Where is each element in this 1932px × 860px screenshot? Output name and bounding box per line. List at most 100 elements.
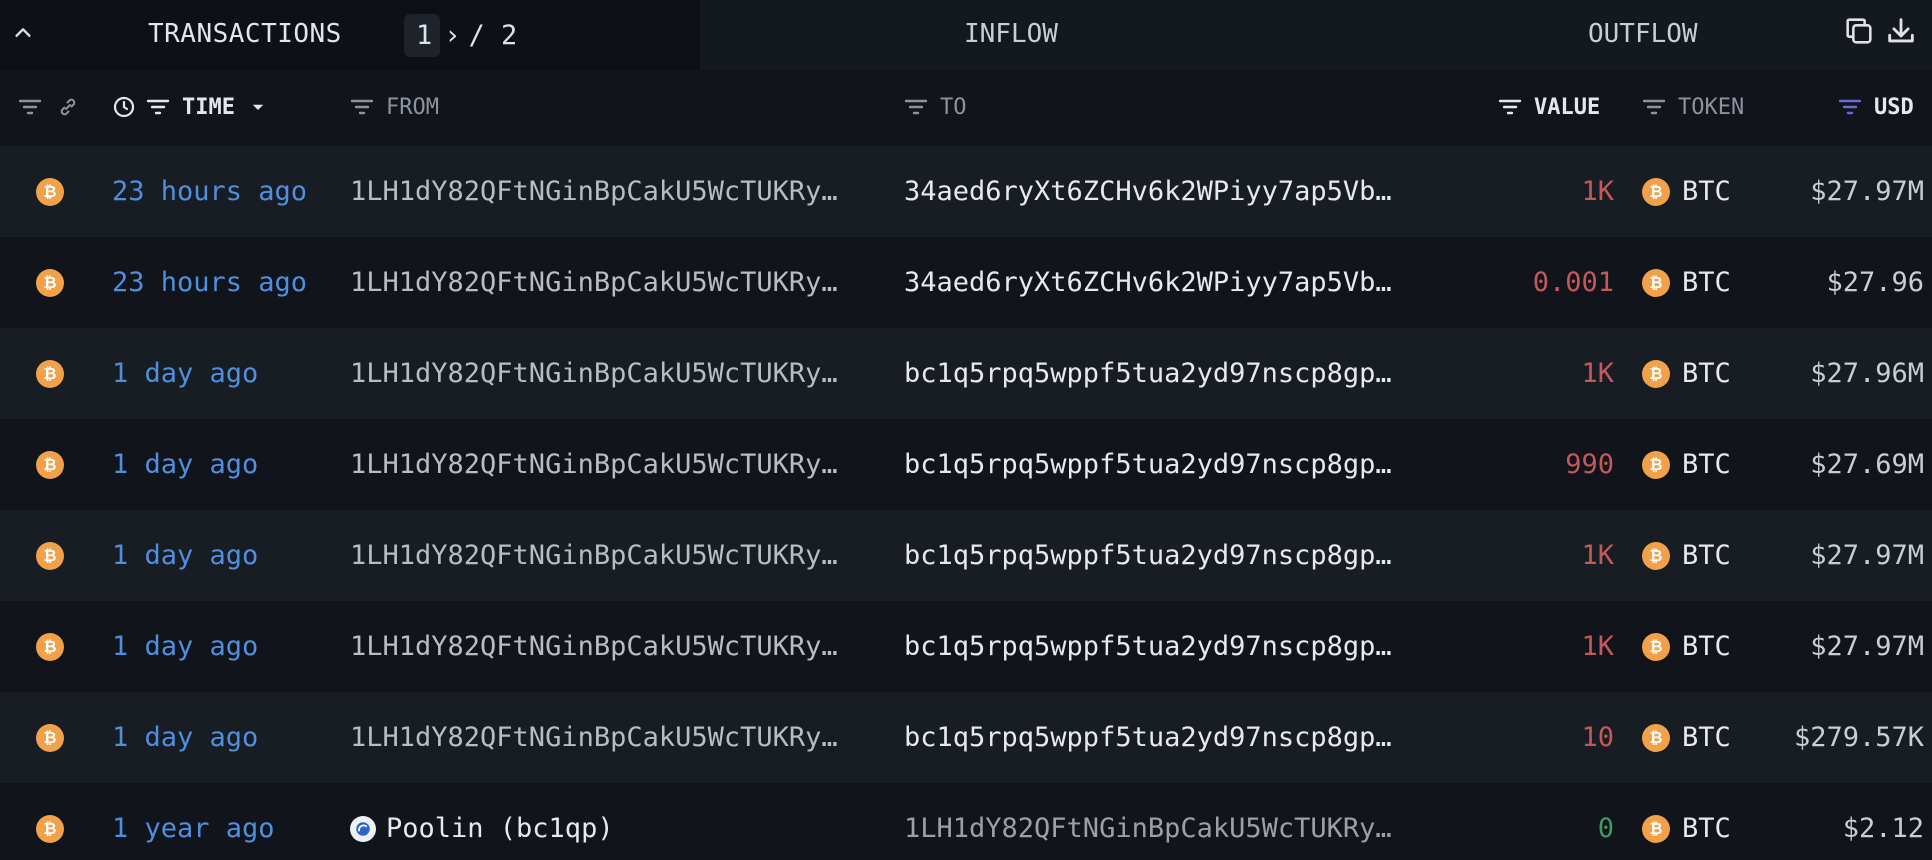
token-symbol: BTC bbox=[1682, 722, 1731, 753]
download-icon bbox=[1888, 18, 1914, 43]
token-symbol: BTC bbox=[1682, 176, 1731, 207]
from-filter-icon[interactable] bbox=[350, 97, 374, 117]
btc-chain-icon: ₿ bbox=[36, 359, 64, 388]
table-row[interactable]: ₿ 23 hours ago 1LH1dY82QFtNGinBpCakU5WcT… bbox=[0, 237, 1932, 328]
column-header-token[interactable]: TOKEN bbox=[1642, 82, 1744, 132]
table-row[interactable]: ₿ 1 year ago Poolin (bc1qp) 1LH1dY82QFtN… bbox=[0, 783, 1932, 860]
chain-cell: ₿ bbox=[36, 692, 64, 783]
to-address[interactable]: bc1q5rpq5wppf5tua2yd97nscp8gp… bbox=[904, 419, 1392, 510]
column-header-to[interactable]: TO bbox=[904, 82, 967, 132]
token-filter-icon[interactable] bbox=[1642, 97, 1666, 117]
usd-filter-icon[interactable] bbox=[1838, 97, 1862, 117]
btc-chain-icon: ₿ bbox=[36, 814, 64, 843]
btc-chain-icon: ₿ bbox=[36, 723, 64, 752]
btc-chain-icon: ₿ bbox=[36, 632, 64, 661]
token-cell[interactable]: ₿ BTC bbox=[1642, 783, 1731, 860]
to-filter-icon[interactable] bbox=[904, 97, 928, 117]
value-cell: 1K bbox=[1581, 358, 1614, 389]
value-cell: 1K bbox=[1581, 176, 1614, 207]
time-cell[interactable]: 1 day ago bbox=[112, 328, 258, 419]
tab-outflow[interactable]: OUTFLOW bbox=[1588, 14, 1698, 54]
to-address[interactable]: bc1q5rpq5wppf5tua2yd97nscp8gp… bbox=[904, 328, 1392, 419]
token-cell[interactable]: ₿ BTC bbox=[1642, 692, 1731, 783]
table-row[interactable]: ₿ 1 day ago 1LH1dY82QFtNGinBpCakU5WcTUKR… bbox=[0, 510, 1932, 601]
tab-transactions[interactable]: TRANSACTIONS bbox=[148, 14, 342, 54]
to-address[interactable]: 34aed6ryXt6ZCHv6k2WPiyy7ap5Vb… bbox=[904, 146, 1392, 237]
column-header-usd[interactable]: USD bbox=[1838, 82, 1914, 132]
token-cell[interactable]: ₿ BTC bbox=[1642, 510, 1731, 601]
panel-topbar: TRANSACTIONS 1 › / 2 INFLOW OUTFLOW bbox=[0, 0, 1932, 70]
chain-cell: ₿ bbox=[36, 783, 64, 860]
to-address[interactable]: bc1q5rpq5wppf5tua2yd97nscp8gp… bbox=[904, 510, 1392, 601]
token-symbol: BTC bbox=[1682, 449, 1731, 480]
table-row[interactable]: ₿ 1 day ago 1LH1dY82QFtNGinBpCakU5WcTUKR… bbox=[0, 419, 1932, 510]
to-address[interactable]: 34aed6ryXt6ZCHv6k2WPiyy7ap5Vb… bbox=[904, 237, 1392, 328]
time-cell[interactable]: 1 day ago bbox=[112, 419, 258, 510]
time-filter-icon[interactable] bbox=[146, 97, 170, 117]
value-cell: 1K bbox=[1581, 631, 1614, 662]
transactions-table-body: ₿ 23 hours ago 1LH1dY82QFtNGinBpCakU5WcT… bbox=[0, 146, 1932, 860]
btc-token-icon: ₿ bbox=[1642, 541, 1670, 570]
value-filter-icon[interactable] bbox=[1498, 97, 1522, 117]
token-symbol: BTC bbox=[1682, 631, 1731, 662]
sort-down-icon[interactable] bbox=[249, 98, 267, 116]
btc-token-icon: ₿ bbox=[1642, 632, 1670, 661]
token-cell[interactable]: ₿ BTC bbox=[1642, 419, 1731, 510]
value-cell: 10 bbox=[1581, 722, 1614, 753]
from-address[interactable]: 1LH1dY82QFtNGinBpCakU5WcTUKRy… bbox=[350, 601, 838, 692]
token-cell[interactable]: ₿ BTC bbox=[1642, 601, 1731, 692]
value-header-label: VALUE bbox=[1534, 94, 1601, 120]
to-address[interactable]: bc1q5rpq5wppf5tua2yd97nscp8gp… bbox=[904, 601, 1392, 692]
from-address[interactable]: 1LH1dY82QFtNGinBpCakU5WcTUKRy… bbox=[350, 510, 838, 601]
row-filter-button[interactable] bbox=[18, 82, 42, 132]
page-current-input[interactable]: 1 bbox=[404, 13, 441, 57]
clock-icon bbox=[113, 96, 135, 118]
column-header-time[interactable]: TIME bbox=[112, 82, 267, 132]
entity-label: Poolin (bc1qp) bbox=[386, 813, 614, 844]
time-cell[interactable]: 1 day ago bbox=[112, 510, 258, 601]
download-button[interactable] bbox=[1884, 14, 1918, 48]
from-address[interactable]: 1LH1dY82QFtNGinBpCakU5WcTUKRy… bbox=[350, 419, 838, 510]
usd-cell: $27.96M bbox=[1810, 358, 1924, 389]
btc-token-icon: ₿ bbox=[1642, 268, 1670, 297]
column-header-value[interactable]: VALUE bbox=[1498, 82, 1600, 132]
table-row[interactable]: ₿ 1 day ago 1LH1dY82QFtNGinBpCakU5WcTUKR… bbox=[0, 692, 1932, 783]
token-cell[interactable]: ₿ BTC bbox=[1642, 328, 1731, 419]
btc-chain-icon: ₿ bbox=[36, 268, 64, 297]
usd-header-label: USD bbox=[1874, 94, 1914, 120]
token-cell[interactable]: ₿ BTC bbox=[1642, 146, 1731, 237]
to-address[interactable]: 1LH1dY82QFtNGinBpCakU5WcTUKRy… bbox=[904, 783, 1392, 860]
time-cell[interactable]: 23 hours ago bbox=[112, 237, 307, 328]
chain-cell: ₿ bbox=[36, 328, 64, 419]
token-symbol: BTC bbox=[1682, 540, 1731, 571]
table-header: TIME FROM TO VALUE TOKEN USD bbox=[0, 82, 1932, 132]
time-cell[interactable]: 1 day ago bbox=[112, 692, 258, 783]
from-address[interactable]: 1LH1dY82QFtNGinBpCakU5WcTUKRy… bbox=[350, 328, 838, 419]
from-address[interactable]: 1LH1dY82QFtNGinBpCakU5WcTUKRy… bbox=[350, 146, 838, 237]
from-entity[interactable]: Poolin (bc1qp) bbox=[350, 783, 614, 860]
copy-button[interactable] bbox=[1842, 14, 1876, 48]
usd-cell: $27.97M bbox=[1810, 540, 1924, 571]
link-filter-button[interactable] bbox=[56, 82, 80, 132]
usd-cell: $279.57K bbox=[1793, 722, 1924, 753]
table-row[interactable]: ₿ 1 day ago 1LH1dY82QFtNGinBpCakU5WcTUKR… bbox=[0, 328, 1932, 419]
column-header-from[interactable]: FROM bbox=[350, 82, 439, 132]
btc-chain-icon: ₿ bbox=[36, 177, 64, 206]
filter-icon bbox=[18, 99, 42, 115]
time-cell[interactable]: 1 year ago bbox=[112, 783, 275, 860]
time-cell[interactable]: 23 hours ago bbox=[112, 146, 307, 237]
value-cell: 0.001 bbox=[1532, 267, 1614, 298]
token-symbol: BTC bbox=[1682, 358, 1731, 389]
from-address[interactable]: 1LH1dY82QFtNGinBpCakU5WcTUKRy… bbox=[350, 692, 838, 783]
table-row[interactable]: ₿ 23 hours ago 1LH1dY82QFtNGinBpCakU5WcT… bbox=[0, 146, 1932, 237]
table-row[interactable]: ₿ 1 day ago 1LH1dY82QFtNGinBpCakU5WcTUKR… bbox=[0, 601, 1932, 692]
next-page-icon[interactable]: › bbox=[444, 20, 460, 51]
tab-inflow[interactable]: INFLOW bbox=[964, 14, 1058, 54]
collapse-button[interactable] bbox=[8, 18, 38, 48]
topbar-flow-section bbox=[700, 0, 1932, 70]
usd-cell: $2.12 bbox=[1842, 813, 1924, 844]
time-cell[interactable]: 1 day ago bbox=[112, 601, 258, 692]
to-address[interactable]: bc1q5rpq5wppf5tua2yd97nscp8gp… bbox=[904, 692, 1392, 783]
token-cell[interactable]: ₿ BTC bbox=[1642, 237, 1731, 328]
from-address[interactable]: 1LH1dY82QFtNGinBpCakU5WcTUKRy… bbox=[350, 237, 838, 328]
